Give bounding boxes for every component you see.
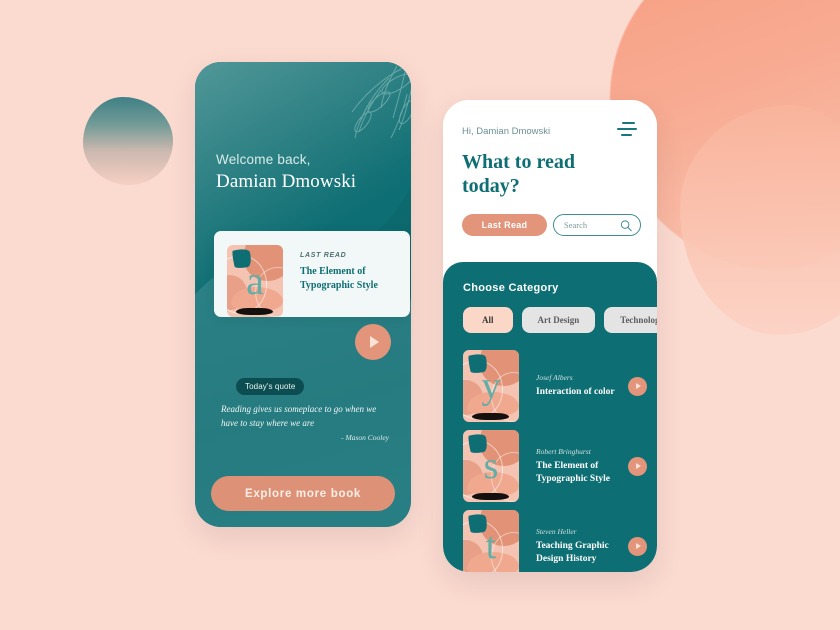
play-icon-button[interactable] (628, 456, 647, 476)
book-author: Steven Heller (536, 526, 577, 536)
category-chip-all[interactable]: All (463, 307, 513, 333)
phone-screen-browse: Hi, Damian Dmowski What to read today? L… (443, 100, 657, 572)
play-icon (636, 543, 641, 549)
cover-letter: t (485, 525, 497, 567)
last-read-card[interactable]: a LAST READ The Element of Typographic S… (214, 231, 410, 317)
play-icon (370, 336, 379, 348)
search-icon[interactable] (620, 219, 632, 232)
play-icon-button[interactable] (628, 536, 647, 556)
book-author: Robert Bringhurst (536, 446, 591, 456)
explore-more-book-button[interactable]: Explore more book (211, 476, 395, 511)
play-icon-button[interactable] (355, 324, 391, 360)
hamburger-menu-icon[interactable] (617, 122, 637, 136)
browse-header: Hi, Damian Dmowski What to read today? L… (443, 100, 657, 268)
book-title: Teaching Graphic Design History (536, 540, 609, 564)
book-cover-art: y (463, 350, 519, 422)
book-list: y Josef Albers Interaction of color s Ro… (443, 346, 657, 572)
category-chip-list: All Art Design Technology (463, 307, 657, 333)
search-input[interactable] (564, 220, 620, 230)
book-cover-art: t (463, 510, 519, 572)
search-field[interactable] (553, 214, 641, 236)
category-chip-technology[interactable]: Technology (604, 307, 657, 333)
list-item[interactable]: t Steven Heller Teaching Graphic Design … (443, 506, 657, 572)
book-cover-art: a (227, 245, 283, 317)
leaf-branch-icon (351, 63, 411, 139)
last-read-label: LAST READ (300, 252, 347, 259)
quote-text: Reading gives us someplace to go when we… (221, 404, 377, 428)
todays-quote-badge: Today's quote (236, 378, 305, 395)
cover-letter: a (246, 258, 264, 303)
book-meta: Josef Albers Interaction of color (536, 373, 624, 399)
play-icon (636, 463, 641, 469)
book-meta: Steven Heller Teaching Graphic Design Hi… (536, 527, 624, 566)
last-read-title: The Element of Typographic Style (300, 266, 378, 291)
book-title: The Element of Typographic Style (536, 460, 610, 484)
book-title: Interaction of color (536, 387, 615, 397)
book-meta: Robert Bringhurst The Element of Typogra… (536, 447, 624, 486)
cover-letter: s (483, 445, 499, 487)
page-title: What to read today? (462, 151, 575, 197)
phone-screen-home: Welcome back, Damian Dmowski a LAST READ… (195, 62, 411, 527)
last-read-filter-button[interactable]: Last Read (462, 214, 547, 236)
greeting-label: Hi, Damian Dmowski (462, 126, 551, 137)
cover-letter: y (481, 365, 501, 407)
category-chip-art-design[interactable]: Art Design (521, 307, 596, 333)
play-icon (636, 383, 641, 389)
background-blob-left (83, 97, 173, 185)
user-name: Damian Dmowski (216, 171, 357, 192)
welcome-label: Welcome back, (216, 152, 311, 167)
category-panel: Choose Category All Art Design Technolog… (443, 262, 657, 572)
list-item[interactable]: y Josef Albers Interaction of color (443, 346, 657, 426)
book-cover-art: s (463, 430, 519, 502)
choose-category-title: Choose Category (463, 282, 559, 294)
book-author: Josef Albers (536, 373, 573, 382)
quote-author: - Mason Cooley (341, 433, 389, 442)
play-icon-button[interactable] (628, 376, 647, 396)
list-item[interactable]: s Robert Bringhurst The Element of Typog… (443, 426, 657, 506)
